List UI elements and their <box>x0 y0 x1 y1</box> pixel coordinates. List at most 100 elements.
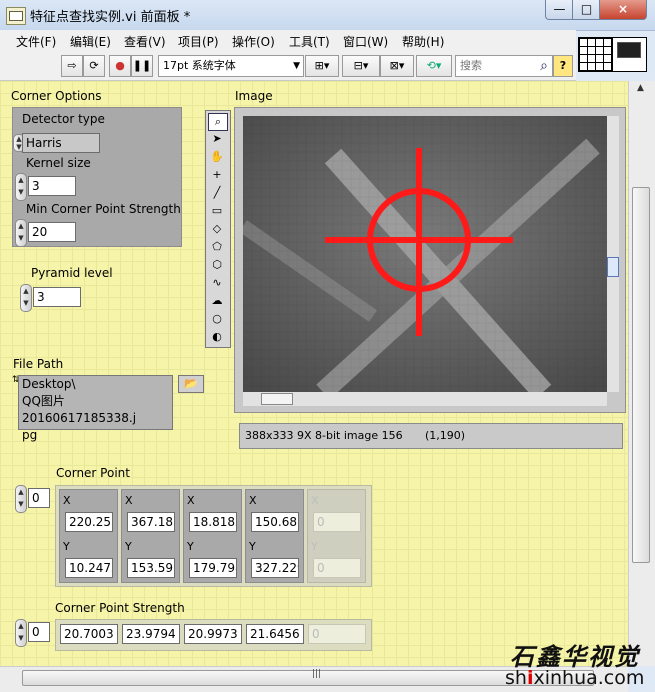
polygon-tool-icon[interactable]: ⬡ <box>208 257 226 273</box>
corner-y-value[interactable]: 179.798 <box>189 558 237 578</box>
resize-objects-icon[interactable]: ⊠▾ <box>380 55 414 77</box>
image-vertical-scrollbar[interactable] <box>607 116 619 392</box>
run-arrow-icon[interactable]: ⇨ <box>61 55 83 77</box>
annulus-tool-icon[interactable]: ⬠ <box>208 239 226 255</box>
x-label: X <box>249 494 257 507</box>
min-strength-label: Min Corner Point Strength <box>26 202 181 216</box>
corner-strength-value-empty[interactable]: 0 <box>308 624 366 644</box>
vi-icon[interactable] <box>612 37 647 72</box>
cursor-coords: (1,190) <box>425 429 466 442</box>
file-path-label: File Path <box>13 357 64 371</box>
corner-point-label: Corner Point <box>56 466 130 480</box>
search-icon: ⌕ <box>540 58 548 74</box>
corner-strength-value[interactable]: 20.7003 <box>60 624 118 644</box>
close-button[interactable]: × <box>599 0 647 20</box>
vertical-scroll-thumb[interactable] <box>632 187 650 563</box>
pyramid-level-label: Pyramid level <box>31 266 113 280</box>
tools-palette: ⌕ ➤ ✋ + ╱ ▭ ◇ ⬠ ⬡ ∿ ☁ ○ ◐ <box>205 110 231 348</box>
menu-operate[interactable]: 操作(O) <box>232 33 275 50</box>
pyramid-level-stepper[interactable]: ▲ ▼ <box>20 284 32 312</box>
broken-line-tool-icon[interactable]: ◐ <box>208 329 226 345</box>
menu-edit[interactable]: 编辑(E) <box>70 33 111 50</box>
menu-window[interactable]: 窗口(W) <box>343 33 388 50</box>
x-label: X <box>311 494 319 507</box>
pyramid-level-input[interactable]: 3 <box>33 287 81 307</box>
font-select[interactable]: 17pt 系统字体 ▼ <box>158 55 304 77</box>
pan-tool-icon[interactable]: ✋ <box>208 149 226 165</box>
distribute-objects-icon[interactable]: ⊟▾ <box>342 55 380 77</box>
y-label: Y <box>63 540 70 553</box>
freehand-line-tool-icon[interactable]: ∿ <box>208 275 226 291</box>
watermark-url-rest: xinhua.com <box>533 667 645 689</box>
file-path-control[interactable]: Desktop\ QQ图片20160617185338.j pg <box>18 375 173 442</box>
image-info-text: 388x333 9X 8-bit image 156 <box>245 429 403 442</box>
panel-vertical-scrollbar[interactable]: ▲ <box>628 81 655 666</box>
corner-strength-value[interactable]: 21.6456 <box>246 624 304 644</box>
freehand-region-tool-icon[interactable]: ☁ <box>208 293 226 309</box>
vi-window-icon <box>6 7 26 25</box>
search-placeholder: 搜索 <box>460 59 482 72</box>
corner-x-value[interactable]: 0 <box>313 512 361 532</box>
browse-folder-icon[interactable]: 📂 <box>178 375 204 393</box>
corner-point-element: X 150.681 Y 327.229 <box>245 489 304 583</box>
search-input[interactable]: 搜索 ⌕ <box>455 55 553 77</box>
corner-x-value[interactable]: 18.8183 <box>189 512 237 532</box>
image-canvas[interactable] <box>243 116 607 392</box>
image-horizontal-scrollbar[interactable] <box>243 392 607 406</box>
corner-point-element: X 220.251 Y 10.2473 <box>59 489 118 583</box>
corner-x-value[interactable]: 220.251 <box>65 512 113 532</box>
corner-strength-label: Corner Point Strength <box>55 601 185 615</box>
min-strength-input[interactable]: 20 <box>28 222 76 242</box>
corner-point-element-empty: X 0 Y 0 <box>307 489 366 583</box>
file-path-line-1: Desktop\ <box>22 377 76 391</box>
line-tool-icon[interactable]: ╱ <box>208 185 226 201</box>
corner-x-value[interactable]: 367.185 <box>127 512 175 532</box>
menu-bar: 文件(F) 编辑(E) 查看(V) 项目(P) 操作(O) 工具(T) 窗口(W… <box>0 30 576 52</box>
scroll-up-icon[interactable]: ▲ <box>637 83 644 93</box>
point-tool-icon[interactable]: + <box>208 167 226 183</box>
abort-icon[interactable]: ● <box>109 55 131 77</box>
corner-y-value[interactable]: 153.597 <box>127 558 175 578</box>
reorder-icon[interactable]: ⟲▾ <box>416 55 452 77</box>
connector-pane-icon[interactable] <box>578 37 613 72</box>
menu-file[interactable]: 文件(F) <box>16 33 56 50</box>
maximize-button[interactable]: □ <box>572 0 601 20</box>
menu-view[interactable]: 查看(V) <box>124 33 166 50</box>
corner-y-value[interactable]: 10.2473 <box>65 558 113 578</box>
kernel-size-stepper[interactable]: ▲ ▼ <box>15 173 27 201</box>
corner-x-value[interactable]: 150.681 <box>251 512 299 532</box>
kernel-size-input[interactable]: 3 <box>28 176 76 196</box>
corner-y-value[interactable]: 0 <box>313 558 361 578</box>
min-strength-stepper[interactable]: ▲ ▼ <box>15 219 27 247</box>
menu-help[interactable]: 帮助(H) <box>402 33 444 50</box>
help-button[interactable]: ? <box>553 55 573 77</box>
align-objects-icon[interactable]: ⊞▾ <box>305 55 339 77</box>
corner-strength-index[interactable]: 0 <box>28 622 50 642</box>
y-label: Y <box>125 540 132 553</box>
pointer-tool-icon[interactable]: ➤ <box>208 131 226 147</box>
minimize-button[interactable]: — <box>545 0 574 20</box>
file-path-line-2: QQ图片20160617185338.j <box>22 394 137 425</box>
rotated-rect-tool-icon[interactable]: ◇ <box>208 221 226 237</box>
detector-type-ring[interactable]: Harris <box>22 133 100 153</box>
window-title: 特征点查找实例.vi 前面板 * <box>30 10 191 25</box>
pause-icon[interactable]: ❚❚ <box>131 55 153 77</box>
run-continuously-icon[interactable]: ⟳ <box>83 55 105 77</box>
detector-type-label: Detector type <box>22 112 105 126</box>
menu-tools[interactable]: 工具(T) <box>289 33 330 50</box>
oval-tool-icon[interactable]: ○ <box>208 311 226 327</box>
x-label: X <box>63 494 71 507</box>
corner-strength-value[interactable]: 23.9794 <box>122 624 180 644</box>
corner-point-element: X 367.185 Y 153.597 <box>121 489 180 583</box>
menu-project[interactable]: 项目(P) <box>178 33 219 50</box>
rectangle-tool-icon[interactable]: ▭ <box>208 203 226 219</box>
corner-strength-index-stepper[interactable]: ▲ ▼ <box>15 619 27 647</box>
corner-y-value[interactable]: 327.229 <box>251 558 299 578</box>
corner-point-index-stepper[interactable]: ▲ ▼ <box>15 485 27 513</box>
y-label: Y <box>311 540 318 553</box>
image-pixel-grid <box>243 116 607 392</box>
corner-point-index[interactable]: 0 <box>28 488 50 508</box>
zoom-tool-icon[interactable]: ⌕ <box>208 113 228 131</box>
image-svg <box>243 116 607 392</box>
corner-strength-value[interactable]: 20.9973 <box>184 624 242 644</box>
